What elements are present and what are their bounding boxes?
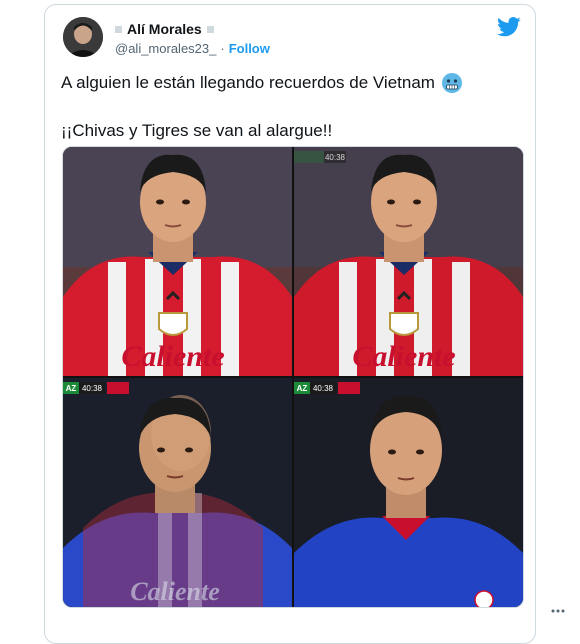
media-tile-bottom-right[interactable]: AZ 40:38 [294, 378, 523, 607]
decoration-square-icon [206, 25, 214, 33]
player-image: AZ 40:38 Caliente [63, 378, 292, 607]
scoreboard-time: 40:38 [325, 153, 346, 162]
avatar-image [63, 17, 103, 57]
media-tile-top-right[interactable]: 40:38 Caliente [294, 147, 523, 376]
cold-face-emoji-icon [441, 73, 462, 93]
display-name[interactable]: Alí Morales [127, 21, 202, 37]
scoreboard-team: AZ [66, 384, 77, 393]
avatar[interactable] [63, 17, 103, 57]
player-image: AZ 40:38 [294, 378, 523, 607]
scoreboard-time: 40:38 [82, 384, 103, 393]
media-tile-top-left[interactable]: Caliente [63, 147, 292, 376]
tweet-text-line-1: A alguien le están llegando recuerdos de… [61, 72, 463, 94]
player-image: Caliente [63, 147, 292, 376]
sponsor-text: Caliente [130, 577, 220, 606]
twitter-bird-icon[interactable] [497, 17, 521, 37]
tweet-text-1: A alguien le están llegando recuerdos de… [61, 73, 435, 92]
separator-dot: · [220, 41, 225, 56]
tweet-card: Alí Morales @ali_morales23_ · Follow A a… [44, 4, 536, 644]
scoreboard-time: 40:38 [313, 384, 334, 393]
decoration-square-icon [115, 25, 122, 33]
author-handle-row: @ali_morales23_ · Follow [115, 41, 270, 56]
tweet-text-line-2: ¡¡Chivas y Tigres se van al alargue!! [61, 121, 333, 140]
sponsor-text: Caliente [352, 340, 455, 373]
scoreboard-team: AZ [297, 384, 308, 393]
follow-button[interactable]: Follow [229, 41, 270, 56]
player-image: 40:38 Caliente [294, 147, 523, 376]
author-name-row: Alí Morales [115, 20, 214, 38]
media-tile-bottom-left[interactable]: AZ 40:38 Caliente [63, 378, 292, 607]
media-grid[interactable]: Caliente 40:38 Caliente AZ 40:38 Calient… [62, 146, 524, 608]
sponsor-text: Caliente [121, 340, 224, 373]
more-options-icon[interactable] [550, 608, 566, 614]
handle[interactable]: @ali_morales23_ [115, 41, 216, 56]
